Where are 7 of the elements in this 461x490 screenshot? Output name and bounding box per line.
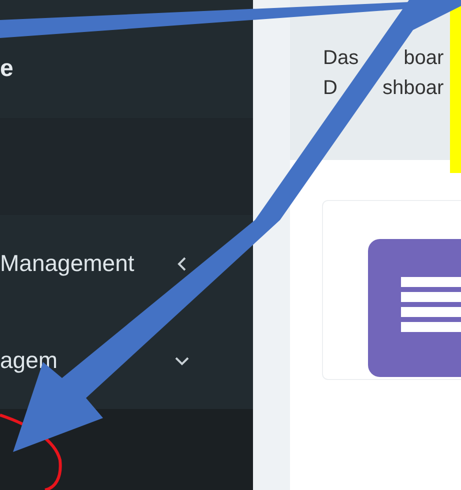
- breadcrumb: shboar: [382, 78, 444, 98]
- page-title: Das: [323, 48, 359, 68]
- page-title: boar: [404, 48, 444, 68]
- sidebar-item[interactable]: Management: [0, 215, 253, 312]
- brand-name: e: [0, 55, 14, 83]
- sidebar-item[interactable]: agem: [0, 312, 253, 409]
- breadcrumb: D: [323, 78, 338, 98]
